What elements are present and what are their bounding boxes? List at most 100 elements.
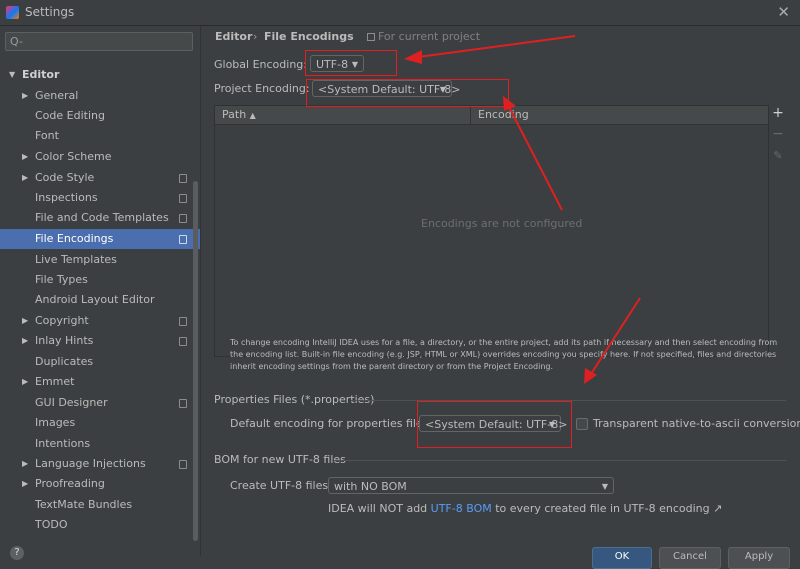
- sidebar-item-proofreading[interactable]: ▶ Proofreading: [0, 474, 200, 494]
- sidebar-item-inlay-hints[interactable]: ▶ Inlay Hints: [0, 331, 200, 351]
- close-icon[interactable]: ✕: [777, 3, 790, 21]
- project-scope-icon: [179, 460, 187, 469]
- project-scope-icon: [179, 214, 187, 223]
- chevron-right-icon[interactable]: ▶: [22, 311, 28, 331]
- sidebar-item-color-scheme[interactable]: ▶ Color Scheme: [0, 147, 200, 167]
- apply-button[interactable]: Apply: [728, 547, 790, 569]
- chevron-right-icon[interactable]: ▶: [22, 168, 28, 188]
- sidebar-item-general[interactable]: ▶ General: [0, 86, 200, 106]
- column-header-encoding[interactable]: Encoding: [478, 108, 529, 121]
- sidebar-item-label: Intentions: [35, 437, 91, 450]
- sidebar-item-label: Inspections: [35, 191, 98, 204]
- project-scope-icon: [367, 33, 375, 41]
- properties-default-label: Default encoding for properties files:: [230, 417, 433, 430]
- help-line: the encoding list. Built-in file encodin…: [230, 350, 777, 359]
- sidebar-item-code-editing[interactable]: Code Editing: [0, 106, 200, 126]
- help-line: inherit encoding settings from the paren…: [230, 362, 554, 371]
- sidebar-item-label: Font: [35, 129, 59, 142]
- sidebar-scrollbar[interactable]: [193, 181, 198, 541]
- sidebar-item-font[interactable]: Font: [0, 126, 200, 146]
- ok-button[interactable]: OK: [592, 547, 652, 569]
- breadcrumb-separator: ›: [253, 30, 258, 43]
- sidebar-item-copyright[interactable]: ▶ Copyright: [0, 311, 200, 331]
- sidebar-item-label: TODO: [35, 518, 68, 531]
- sidebar-item-label: Images: [35, 416, 76, 429]
- chevron-right-icon[interactable]: ▶: [22, 147, 28, 167]
- breadcrumb-editor[interactable]: Editor: [215, 30, 252, 43]
- project-scope-icon: [179, 317, 187, 326]
- search-input[interactable]: Q-: [5, 32, 193, 51]
- sidebar-item-language-injections[interactable]: ▶ Language Injections: [0, 454, 200, 474]
- column-header-path[interactable]: Path ▲: [222, 108, 256, 121]
- sidebar-item-textmate-bundles[interactable]: TextMate Bundles: [0, 495, 200, 515]
- sidebar-item-label: Code Style: [35, 171, 95, 184]
- cancel-button[interactable]: Cancel: [659, 547, 721, 569]
- encodings-table[interactable]: Path ▲ Encoding Encodings are not config…: [214, 105, 769, 357]
- project-scope-icon: [179, 235, 187, 244]
- sidebar-item-file-and-code-templates[interactable]: File and Code Templates: [0, 208, 200, 228]
- chevron-right-icon[interactable]: ▶: [22, 454, 28, 474]
- chevron-down-icon[interactable]: ▼: [9, 65, 15, 85]
- global-encoding-label: Global Encoding:: [214, 58, 307, 71]
- column-divider[interactable]: [470, 106, 471, 124]
- sidebar-item-label: Color Scheme: [35, 150, 112, 163]
- sidebar-item-label: Copyright: [35, 314, 89, 327]
- sidebar-item-inspections[interactable]: Inspections: [0, 188, 200, 208]
- project-scope-icon: [179, 399, 187, 408]
- sidebar-item-label: Inlay Hints: [35, 334, 94, 347]
- sidebar-item-file-encodings[interactable]: File Encodings: [0, 229, 200, 249]
- sidebar-item-label: TextMate Bundles: [35, 498, 133, 511]
- sidebar-item-emmet[interactable]: ▶ Emmet: [0, 372, 200, 392]
- sidebar-item-code-style[interactable]: ▶ Code Style: [0, 168, 200, 188]
- project-scope-icon: [179, 337, 187, 346]
- sidebar-item-label: Proofreading: [35, 477, 105, 490]
- sidebar-item-label: File Encodings: [35, 232, 114, 245]
- sidebar-item-live-templates[interactable]: Live Templates: [0, 250, 200, 270]
- settings-sidebar: Q- ▼ Editor ▶ General Code Editing Font …: [0, 26, 201, 556]
- sidebar-item-label: Duplicates: [35, 355, 94, 368]
- section-divider: [334, 460, 786, 461]
- sidebar-item-label: Code Editing: [35, 109, 105, 122]
- page-title: File Encodings: [264, 30, 354, 43]
- annotation-highlight-box: [305, 50, 397, 76]
- annotation-highlight-box: [417, 401, 572, 448]
- project-scope-icon: [179, 174, 187, 183]
- create-utf8-label: Create UTF-8 files:: [230, 479, 332, 492]
- sidebar-item-label: File and Code Templates: [35, 211, 169, 224]
- column-header-path-label: Path: [222, 108, 247, 121]
- sidebar-item-android-layout-editor[interactable]: Android Layout Editor: [0, 290, 200, 310]
- bom-select[interactable]: with NO BOM ▼: [328, 477, 614, 494]
- sidebar-item-editor[interactable]: ▼ Editor: [0, 65, 200, 85]
- project-scope-icon: [179, 194, 187, 203]
- remove-icon[interactable]: −: [772, 127, 784, 141]
- sidebar-item-images[interactable]: Images: [0, 413, 200, 433]
- add-icon[interactable]: +: [772, 106, 784, 120]
- transparent-native-to-ascii-label[interactable]: Transparent native-to-ascii conversion: [593, 417, 800, 430]
- sidebar-item-todo[interactable]: TODO: [0, 515, 200, 535]
- bom-value: with NO BOM: [334, 480, 407, 493]
- sidebar-item-label: Android Layout Editor: [35, 293, 155, 306]
- transparent-native-to-ascii-checkbox[interactable]: [576, 418, 588, 430]
- sidebar-item-label: Language Injections: [35, 457, 146, 470]
- sidebar-item-duplicates[interactable]: Duplicates: [0, 352, 200, 372]
- annotation-highlight-box: [306, 79, 509, 107]
- sidebar-item-label: General: [35, 89, 79, 102]
- help-line: To change encoding IntelliJ IDEA uses fo…: [230, 338, 778, 347]
- intellij-app-icon: [6, 6, 19, 19]
- chevron-right-icon[interactable]: ▶: [22, 86, 28, 106]
- scope-hint: For current project: [378, 30, 481, 43]
- edit-pencil-icon[interactable]: ✎: [772, 149, 784, 163]
- sidebar-item-label: File Types: [35, 273, 88, 286]
- chevron-right-icon[interactable]: ▶: [22, 474, 28, 494]
- chevron-right-icon[interactable]: ▶: [22, 331, 28, 351]
- search-icon: Q-: [10, 35, 23, 48]
- sidebar-item-intentions[interactable]: Intentions: [0, 434, 200, 454]
- utf8-bom-link[interactable]: UTF-8 BOM: [431, 502, 492, 515]
- help-icon[interactable]: ?: [10, 546, 24, 560]
- sidebar-item-file-types[interactable]: File Types: [0, 270, 200, 290]
- chevron-right-icon[interactable]: ▶: [22, 372, 28, 392]
- sidebar-item-gui-designer[interactable]: GUI Designer: [0, 393, 200, 413]
- table-header: Path ▲ Encoding: [215, 106, 768, 125]
- bom-section-title: BOM for new UTF-8 files: [214, 453, 346, 466]
- sidebar-item-label: Emmet: [35, 375, 75, 388]
